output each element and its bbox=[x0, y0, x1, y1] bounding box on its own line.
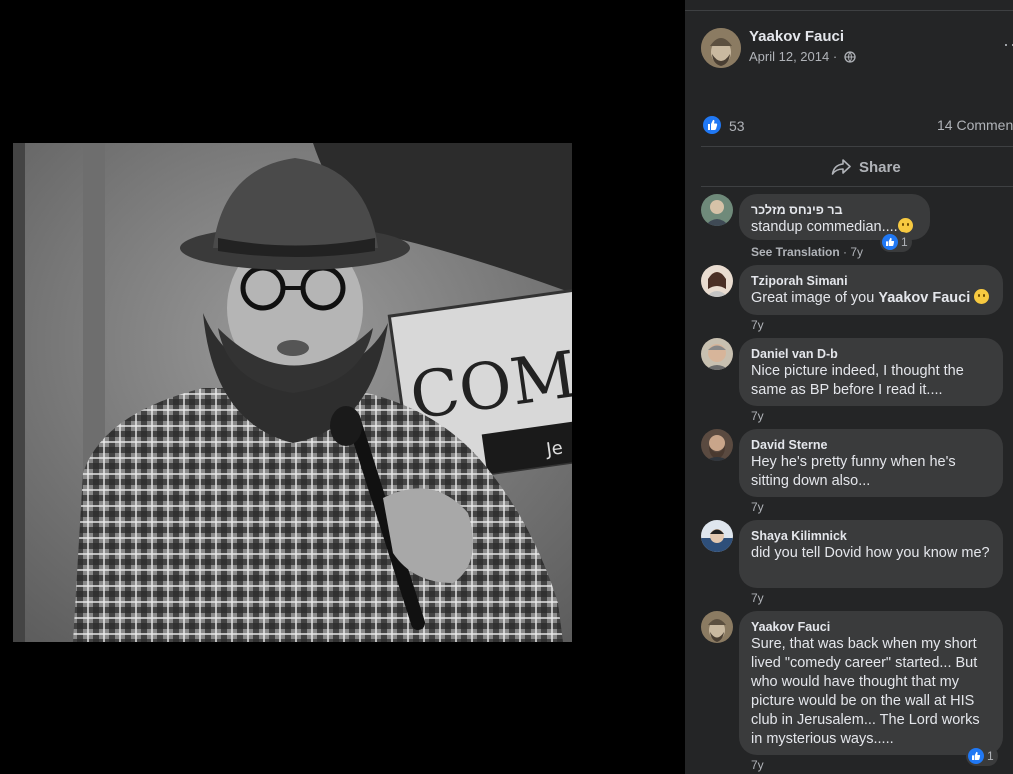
post-date-text: April 12, 2014 · bbox=[749, 49, 838, 64]
share-button[interactable]: Share bbox=[831, 156, 901, 178]
see-translation-link[interactable]: See Translation bbox=[751, 245, 840, 259]
comment-bubble: Tziporah Simani Great image of you Yaako… bbox=[739, 265, 1003, 315]
commenter-name[interactable]: Yaakov Fauci bbox=[751, 619, 991, 635]
comment-text: Sure, that was back when my short lived … bbox=[751, 636, 980, 747]
comment-time[interactable]: 7y bbox=[751, 318, 764, 332]
comment-bubble: Yaakov Fauci Sure, that was back when my… bbox=[739, 611, 1003, 755]
actions-divider-top bbox=[701, 146, 1013, 147]
more-options-icon[interactable]: ··· bbox=[1003, 34, 1013, 55]
share-icon bbox=[831, 159, 851, 175]
comment-text: Great image of you Yaakov Fauci bbox=[751, 289, 991, 308]
commenter-avatar[interactable] bbox=[701, 338, 733, 370]
comment-bubble: Shaya Kilimnick did you tell Dovid how y… bbox=[739, 520, 1003, 588]
post-author-name[interactable]: Yaakov Fauci bbox=[749, 28, 844, 45]
comment-text: did you tell Dovid how you know me? bbox=[751, 545, 990, 561]
thumbs-up-icon bbox=[708, 119, 718, 130]
post-date[interactable]: April 12, 2014 · bbox=[749, 49, 856, 64]
commenter-avatar[interactable] bbox=[701, 520, 733, 552]
comment-time[interactable]: 7y bbox=[751, 409, 764, 423]
author-avatar-image bbox=[701, 28, 741, 68]
sign-subtext: Je bbox=[544, 437, 564, 460]
commenter-avatar[interactable] bbox=[701, 429, 733, 461]
commenter-avatar[interactable] bbox=[701, 265, 733, 297]
comment-reactions[interactable]: 1 bbox=[966, 746, 998, 766]
comment-text: Nice picture indeed, I thought the same … bbox=[751, 363, 964, 398]
commenter-name[interactable]: Shaya Kilimnick bbox=[751, 528, 991, 544]
comment-time[interactable]: 7y bbox=[751, 758, 764, 772]
commenter-avatar[interactable] bbox=[701, 194, 733, 226]
comment-time[interactable]: · 7y bbox=[843, 245, 863, 259]
commenter-name[interactable]: בר פינחס מזלכר bbox=[751, 202, 918, 218]
comment-meta: See Translation · 7y bbox=[751, 245, 863, 259]
post-photo[interactable]: COMED Je bbox=[13, 143, 572, 642]
commenter-name[interactable]: David Sterne bbox=[751, 437, 991, 453]
mention-link[interactable]: Yaakov Fauci bbox=[878, 290, 970, 306]
comment-text: Hey he's pretty funny when he's sitting … bbox=[751, 454, 956, 489]
post-panel: Yaakov Fauci April 12, 2014 · ··· 53 14 … bbox=[685, 0, 1013, 774]
globe-icon bbox=[844, 51, 856, 63]
reaction-count: 1 bbox=[987, 749, 994, 763]
commenter-avatar-image bbox=[701, 194, 733, 226]
comment-time[interactable]: 7y bbox=[751, 591, 764, 605]
panel-top-divider bbox=[685, 10, 1013, 11]
actions-divider-bottom bbox=[701, 186, 1013, 187]
photo-viewer: COMED Je bbox=[0, 0, 685, 774]
like-count[interactable]: 53 bbox=[729, 118, 745, 134]
comment-bubble: Daniel van D-b Nice picture indeed, I th… bbox=[739, 338, 1003, 406]
comment-text-body: Great image of you bbox=[751, 290, 879, 306]
commenter-avatar-image bbox=[701, 520, 733, 552]
photo-illustration: COMED Je bbox=[13, 143, 572, 642]
comment-bubble: David Sterne Hey he's pretty funny when … bbox=[739, 429, 1003, 497]
commenter-avatar[interactable] bbox=[701, 611, 733, 643]
thumbs-up-icon bbox=[882, 234, 898, 250]
commenter-name[interactable]: Tziporah Simani bbox=[751, 273, 991, 289]
smiley-emoji-icon bbox=[974, 289, 990, 304]
comment-count[interactable]: 14 Comments bbox=[937, 117, 1013, 133]
commenter-avatar-image bbox=[701, 611, 733, 643]
commenter-name[interactable]: Daniel van D-b bbox=[751, 346, 991, 362]
thumbs-up-icon bbox=[968, 748, 984, 764]
commenter-avatar-image bbox=[701, 338, 733, 370]
commenter-avatar-image bbox=[701, 265, 733, 297]
commenter-avatar-image bbox=[701, 429, 733, 461]
author-avatar[interactable] bbox=[701, 28, 741, 68]
reaction-count: 1 bbox=[901, 235, 908, 249]
smiley-emoji-icon bbox=[897, 218, 913, 233]
comment-time[interactable]: 7y bbox=[751, 500, 764, 514]
like-reaction-icon bbox=[703, 116, 721, 134]
comment-reactions[interactable]: 1 bbox=[880, 232, 912, 252]
share-label: Share bbox=[859, 158, 901, 176]
comment-text-body: standup commedian.... bbox=[751, 219, 898, 235]
